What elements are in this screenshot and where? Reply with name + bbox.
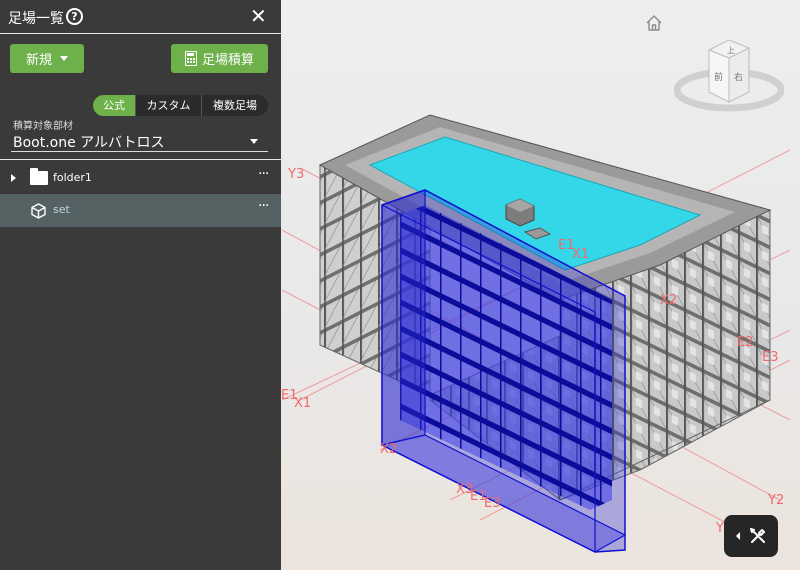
folder-icon (30, 168, 48, 185)
calculator-icon (184, 51, 197, 66)
new-button[interactable]: 新規 (10, 44, 84, 73)
3d-viewport[interactable]: Y3 E1 X1 X2 E2 E3 E1 X1 X2 X3 E1 E3 Y2 Y… (281, 0, 800, 570)
tools-button[interactable] (724, 515, 778, 557)
cube-icon (31, 203, 46, 219)
nav-cube-front: 前 (714, 71, 723, 83)
panel-header: 足場一覧 ? ✕ (0, 0, 281, 34)
divider (0, 159, 281, 160)
wrench-screwdriver-icon (749, 528, 765, 543)
target-material-select[interactable]: Boot.one アルバトロス (13, 132, 164, 152)
new-button-label: 新規 (25, 52, 52, 67)
home-icon[interactable] (645, 14, 663, 32)
tab-custom[interactable]: カスタム (136, 95, 202, 116)
grid-label: X1 (294, 396, 311, 411)
panel-title: 足場一覧 (8, 11, 64, 27)
grid-label: X1 (572, 247, 589, 262)
grid-label: E3 (762, 350, 779, 365)
help-icon[interactable]: ? (66, 8, 83, 25)
tree-item-set[interactable]: set ··· (0, 194, 281, 227)
tree-item-label: folder1 (53, 171, 92, 184)
navigation-cube[interactable]: 上 前 右 (674, 34, 784, 114)
select-underline (11, 151, 268, 152)
tree-item-folder1[interactable]: folder1 ··· (0, 162, 281, 195)
grid-label: X2 (660, 293, 677, 308)
dropdown-arrow-icon[interactable] (250, 139, 258, 144)
expand-arrow-icon[interactable] (11, 174, 16, 182)
chevron-left-icon (735, 532, 740, 540)
target-material-label: 積算対象部材 (13, 121, 73, 132)
grid-label: E3 (484, 496, 501, 511)
tab-official[interactable]: 公式 (93, 95, 136, 116)
grid-label: X2 (380, 442, 397, 457)
close-icon[interactable]: ✕ (250, 6, 267, 26)
nav-cube-top: 上 (727, 46, 735, 55)
grid-label: Y2 (767, 493, 784, 508)
chevron-down-icon (60, 56, 68, 61)
scaffold-estimate-button[interactable]: 足場積算 (171, 44, 268, 73)
grid-label: Y (715, 521, 724, 536)
grid-label: Y3 (287, 167, 304, 182)
grid-label: E2 (737, 335, 754, 350)
scaffold-list-panel: 足場一覧 ? ✕ 新規 足場積算 公式 カスタム 複数足場 積算対象部材 Boo… (0, 0, 281, 570)
more-options-icon[interactable]: ··· (258, 198, 269, 214)
nav-cube-right: 右 (734, 71, 743, 83)
more-options-icon[interactable]: ··· (258, 166, 269, 182)
scaffold-estimate-label: 足場積算 (201, 52, 254, 67)
tree-item-label: set (53, 203, 70, 216)
source-tabs: 公式 カスタム 複数足場 (93, 95, 268, 116)
tab-multiple-scaffold[interactable]: 複数足場 (202, 95, 268, 116)
